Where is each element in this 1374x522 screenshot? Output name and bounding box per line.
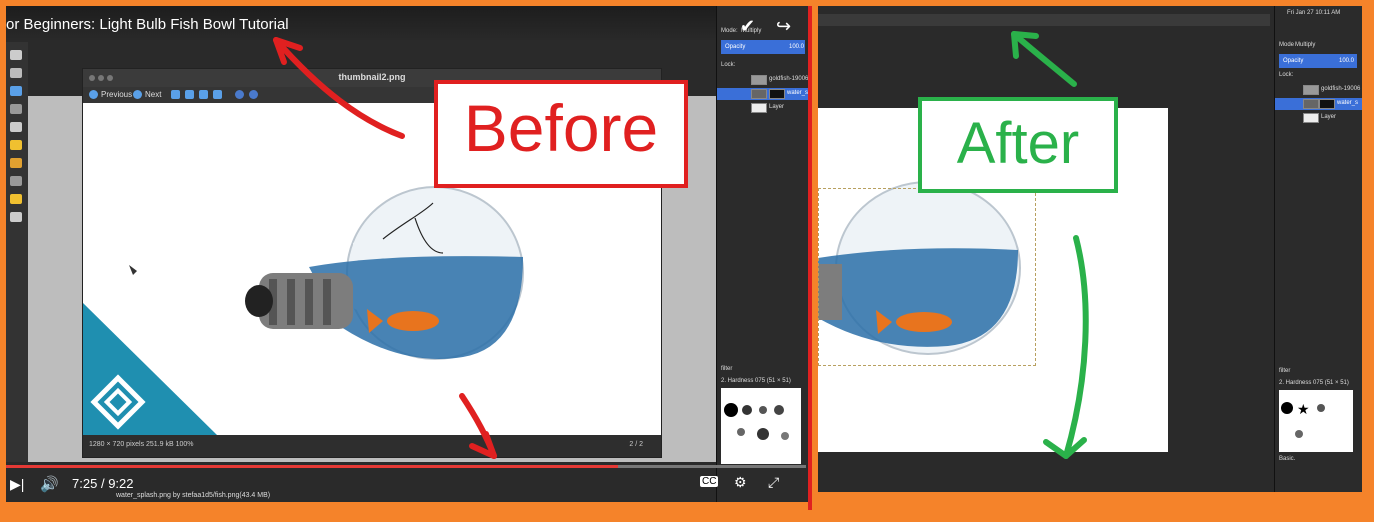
red-arrow-bottom xyxy=(459,393,497,459)
red-arrow-top xyxy=(273,37,405,139)
annotation-arrows xyxy=(273,31,1089,459)
green-arrow-top xyxy=(1011,31,1077,87)
green-arrow-bottom xyxy=(1043,235,1089,459)
